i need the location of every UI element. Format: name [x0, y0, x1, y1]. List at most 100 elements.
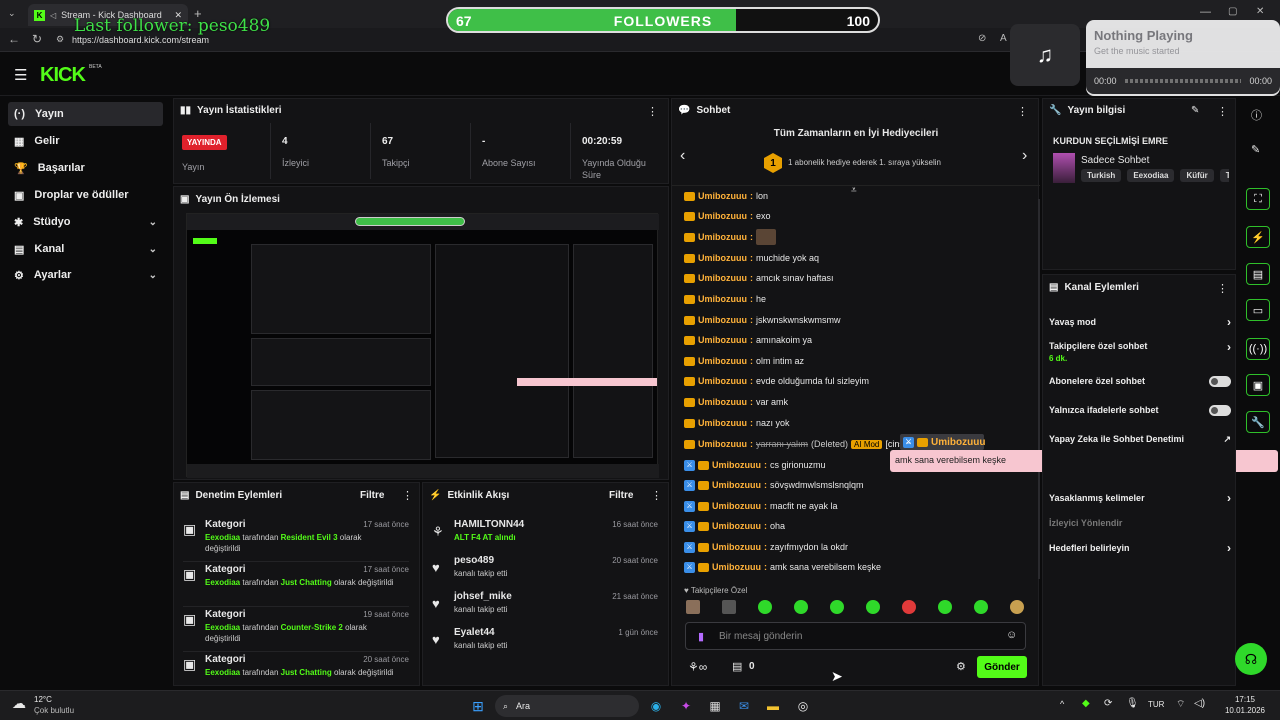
chat-username[interactable]: Umibozuuu	[698, 418, 747, 428]
chat-message[interactable]: Umibozuuu: olm intim az	[684, 351, 804, 371]
support-headset-icon[interactable]: ☊	[1235, 643, 1267, 675]
sidebar-item-stream[interactable]: (·) Yayın	[8, 102, 163, 126]
moderation-actor[interactable]: Eexodiaa	[205, 668, 240, 677]
clock-date[interactable]: 10.01.2026	[1220, 706, 1270, 715]
emote-button[interactable]	[722, 600, 736, 614]
tag[interactable]: Turkish	[1081, 169, 1122, 182]
emote-button[interactable]	[686, 600, 700, 614]
wrench-icon[interactable]: 🔧	[1246, 411, 1270, 433]
stream-preview-video[interactable]	[186, 213, 659, 478]
chat-username[interactable]: Umibozuuu	[712, 460, 761, 470]
slow-mode-row[interactable]: Yavaş mod ›	[1049, 312, 1231, 332]
activity-username[interactable]: peso489	[454, 555, 494, 566]
activity-username[interactable]: HAMILTONN44	[454, 519, 524, 530]
tray-sync-icon[interactable]: ⟳	[1104, 698, 1112, 709]
chat-message[interactable]: Umibozuuu: lon	[684, 186, 768, 206]
edit-icon[interactable]: ✎	[1191, 105, 1199, 116]
lightning-icon[interactable]: ⚡	[1246, 226, 1270, 248]
emote-button[interactable]	[1010, 600, 1024, 614]
chat-message[interactable]: Umibozuuu: muchide yok aq	[684, 248, 819, 268]
more-options-icon[interactable]: ⋮	[651, 489, 662, 502]
emote-button[interactable]	[902, 600, 916, 614]
tracking-off-icon[interactable]: ⊘	[978, 33, 986, 44]
tray-app-icon[interactable]: ◆	[1082, 698, 1090, 709]
back-icon[interactable]: ←	[8, 32, 20, 46]
chat-message[interactable]: Umibozuuu: evde olduğumda ful sizleyim	[684, 371, 869, 391]
chat-scrollbar[interactable]	[1038, 199, 1040, 579]
pencil-icon[interactable]: ✎	[1251, 143, 1260, 156]
chat-message[interactable]: ⚔ Umibozuuu: cs girionuzmu	[684, 455, 826, 475]
banned-words-row[interactable]: Yasaklanmış kelimeler ›	[1049, 488, 1231, 508]
moderation-filter-button[interactable]: Filtre	[360, 490, 384, 501]
subs-only-toggle[interactable]	[1209, 375, 1231, 387]
windows-start-icon[interactable]: ⊞	[467, 695, 489, 717]
taskbar-search[interactable]: ⌕ Ara	[495, 695, 639, 717]
chat-message[interactable]: Umibozuuu: amınakoim ya	[684, 330, 812, 350]
emote-only-toggle[interactable]	[1209, 404, 1231, 416]
menu-icon[interactable]: ☰	[14, 66, 27, 84]
chat-message[interactable]: ⚔ Umibozuuu: oha	[684, 516, 785, 536]
wifi-icon[interactable]: ⌔	[1176, 698, 1185, 711]
chat-username[interactable]: Umibozuuu	[712, 562, 761, 572]
more-options-icon[interactable]: ⋮	[1217, 282, 1228, 295]
chat-message[interactable]: ⚔ Umibozuuu: amk sana verebilsem keşke	[684, 557, 881, 577]
set-goals-row[interactable]: Hedefleri belirleyin ›	[1049, 538, 1231, 558]
copilot-icon[interactable]: ✦	[675, 695, 697, 717]
chat-message[interactable]: Umibozuuu: exo	[684, 206, 771, 226]
emote-button[interactable]	[758, 600, 772, 614]
followers-only-row[interactable]: Takipçilere özel sohbet 6 dk. ›	[1049, 340, 1231, 366]
chat-username[interactable]: Umibozuuu	[698, 439, 747, 449]
chat-input[interactable]: ▮ Bir mesaj gönderin ☺	[685, 622, 1026, 650]
sidebar-item-revenue[interactable]: ▦ Gelir	[8, 129, 163, 153]
chevron-right-icon[interactable]: ›	[1022, 147, 1027, 165]
activity-username[interactable]: johsef_mike	[454, 591, 512, 602]
chat-username[interactable]: Umibozuuu	[698, 211, 747, 221]
microphone-icon[interactable]: ▮	[698, 630, 704, 643]
emote-button[interactable]	[794, 600, 808, 614]
chat-username[interactable]: Umibozuuu	[712, 521, 761, 531]
chat-message[interactable]: Umibozuuu: jskwnskwnskwmsmw	[684, 310, 841, 330]
moderation-actor[interactable]: Eexodiaa	[205, 623, 240, 632]
send-button[interactable]: Gönder	[977, 656, 1027, 678]
sidebar-item-settings[interactable]: ⚙ Ayarlar ⌄	[8, 263, 163, 287]
tray-chevron-icon[interactable]: ^	[1060, 699, 1064, 709]
chat-message[interactable]: Umibozuuu: amcık sınav haftası	[684, 268, 834, 288]
category-name[interactable]: Sadece Sohbet	[1081, 155, 1149, 166]
sidebar-item-studio[interactable]: ✱ Stüdyo ⌄	[8, 210, 163, 234]
more-options-icon[interactable]: ⋮	[1017, 105, 1028, 118]
speaker-icon[interactable]: ◁	[50, 11, 56, 20]
sidebar-item-channel[interactable]: ▤ Kanal ⌄	[8, 237, 163, 261]
volume-icon[interactable]: ◁)	[1194, 698, 1205, 709]
chat-username[interactable]: Umibozuuu	[698, 294, 747, 304]
moderation-actor[interactable]: Eexodiaa	[205, 578, 240, 587]
gear-icon[interactable]: ⚙	[956, 660, 966, 673]
chat-message[interactable]: ⚔ Umibozuuu: sövşwdmwlsmslsnqlqm	[684, 475, 864, 495]
chat-message[interactable]: ⚔ Umibozuuu: macfit ne ayak la	[684, 496, 838, 516]
activity-filter-button[interactable]: Filtre	[609, 490, 633, 501]
store-icon[interactable]: ▦	[704, 695, 726, 717]
tag[interactable]: Eexodiaa	[1127, 169, 1175, 182]
chat-username[interactable]: Umibozuuu	[698, 376, 747, 386]
activity-username[interactable]: Eyalet44	[454, 627, 495, 638]
chat-username[interactable]: Umibozuuu	[698, 315, 747, 325]
chat-username[interactable]: Umibozuuu	[698, 253, 747, 263]
language-indicator[interactable]: TUR	[1148, 700, 1164, 709]
clock-time[interactable]: 17:15	[1220, 695, 1270, 704]
obs-icon[interactable]: ◎	[792, 695, 814, 717]
chat-username[interactable]: Umibozuuu	[698, 335, 747, 345]
moderation-actor[interactable]: Eexodiaa	[205, 533, 240, 542]
chat-message[interactable]: Umibozuuu: nazı yok	[684, 413, 790, 433]
tab-list-chevron-icon[interactable]: ⌄	[8, 8, 16, 19]
viewer-guide-row[interactable]: İzleyici Yönlendir	[1049, 513, 1231, 533]
microphone-icon[interactable]: 🎙	[1126, 698, 1139, 709]
chat-username[interactable]: Umibozuuu	[698, 397, 747, 407]
more-options-icon[interactable]: ⋮	[647, 105, 658, 118]
site-info-icon[interactable]: ⚙	[56, 34, 64, 45]
chat-username[interactable]: Umibozuuu	[712, 480, 761, 490]
chat-username[interactable]: Umibozuuu	[698, 356, 747, 366]
chat-message[interactable]: Umibozuuu:	[684, 227, 776, 247]
chat-bubble-icon[interactable]: ▭	[1246, 299, 1270, 321]
layout-icon[interactable]: ▣	[1246, 374, 1270, 396]
sidebar-item-achievements[interactable]: 🏆 Başarılar	[8, 156, 163, 180]
reload-icon[interactable]: ↻	[32, 32, 42, 46]
